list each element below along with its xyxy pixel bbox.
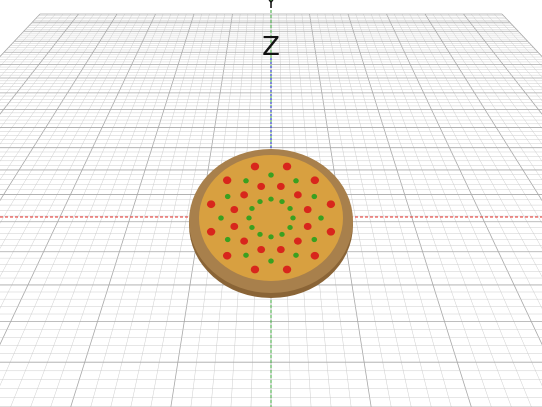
pepperoni bbox=[250, 265, 260, 274]
herb bbox=[268, 172, 274, 178]
herb bbox=[243, 178, 249, 184]
pepperoni bbox=[240, 237, 249, 245]
herb bbox=[311, 193, 318, 200]
pepperoni bbox=[230, 205, 239, 214]
z-axis-label: Z bbox=[262, 32, 280, 62]
3d-viewport[interactable]: Z Y bbox=[0, 0, 542, 407]
pepperoni bbox=[303, 222, 312, 231]
pepperoni bbox=[303, 205, 312, 214]
herb bbox=[268, 196, 274, 202]
pepperoni bbox=[206, 200, 216, 209]
herb bbox=[257, 199, 263, 205]
herb bbox=[249, 224, 255, 230]
herb bbox=[293, 178, 299, 184]
herb bbox=[318, 215, 324, 221]
herb bbox=[224, 193, 231, 200]
herb bbox=[246, 215, 252, 221]
herb bbox=[268, 258, 274, 264]
herb bbox=[243, 252, 249, 258]
pepperoni bbox=[293, 237, 302, 245]
herb bbox=[311, 236, 318, 243]
pepperoni bbox=[276, 245, 285, 254]
herb bbox=[224, 236, 231, 243]
herb bbox=[249, 206, 255, 212]
pepperoni bbox=[293, 191, 302, 199]
pepperoni bbox=[310, 251, 320, 260]
herb bbox=[287, 224, 293, 230]
pizza-model[interactable] bbox=[189, 149, 353, 298]
pepperoni bbox=[326, 200, 336, 209]
pepperoni bbox=[257, 182, 266, 191]
pepperoni bbox=[222, 251, 232, 260]
pepperoni bbox=[257, 245, 266, 254]
herb bbox=[293, 252, 299, 258]
herb bbox=[279, 231, 285, 237]
herb bbox=[257, 231, 263, 237]
scene-canvas[interactable]: Z Y bbox=[0, 0, 542, 407]
pepperoni bbox=[282, 265, 292, 274]
pepperoni bbox=[206, 227, 216, 236]
pepperoni bbox=[240, 191, 249, 199]
pepperoni bbox=[282, 162, 292, 171]
pepperoni bbox=[326, 227, 336, 236]
pepperoni bbox=[230, 222, 239, 231]
y-axis-label: Y bbox=[265, 0, 276, 12]
pepperoni bbox=[276, 182, 285, 191]
herb bbox=[268, 234, 274, 240]
herb bbox=[279, 199, 285, 205]
pepperoni bbox=[222, 176, 232, 185]
herb bbox=[290, 215, 296, 221]
pepperoni bbox=[250, 162, 260, 171]
herb bbox=[287, 206, 293, 212]
pepperoni bbox=[310, 176, 320, 185]
herb bbox=[218, 215, 224, 221]
